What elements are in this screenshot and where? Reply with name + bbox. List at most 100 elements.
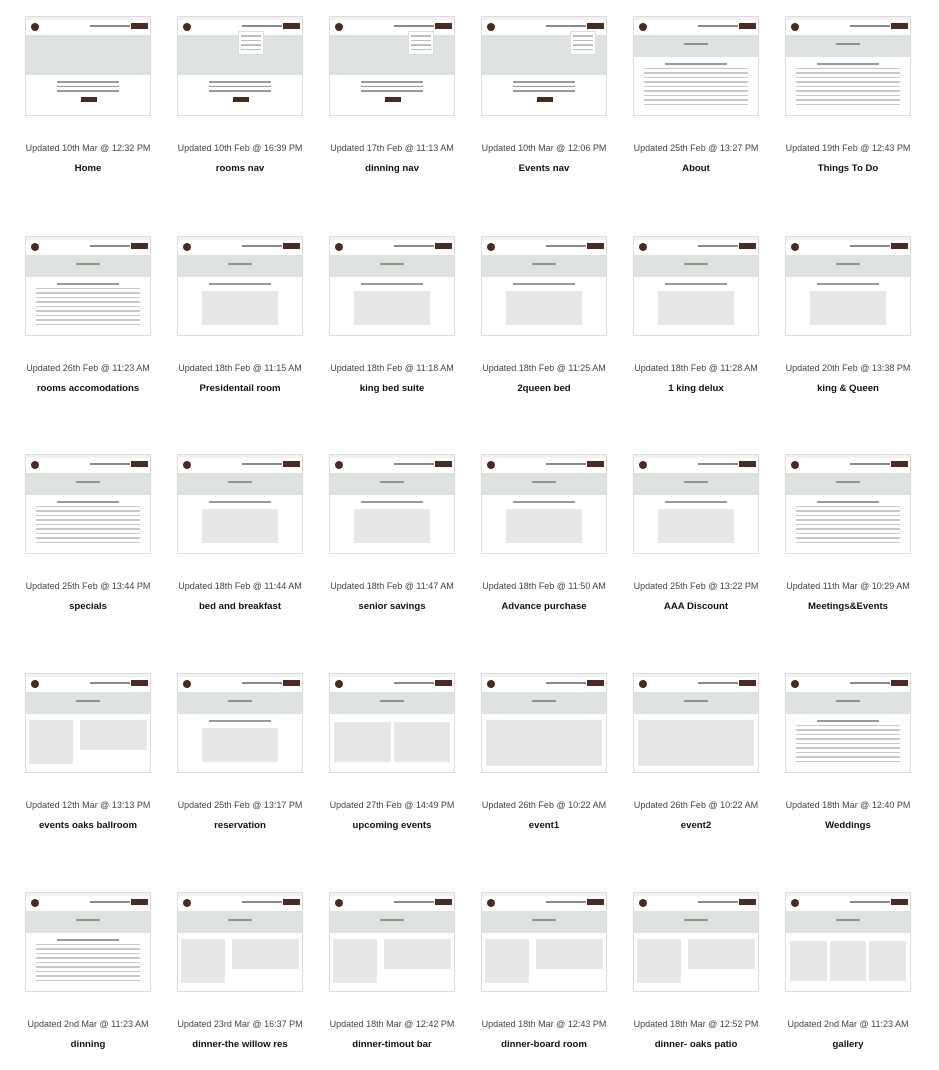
screen-name[interactable]: Advance purchase [469, 601, 619, 612]
thumb-hero [482, 911, 606, 933]
screen-thumbnail[interactable] [329, 892, 455, 992]
thumb-book-button [283, 461, 300, 467]
screen-name[interactable]: reservation [165, 820, 315, 831]
screen-name[interactable]: 1 king delux [621, 383, 771, 394]
screen-thumbnail[interactable] [785, 454, 911, 554]
updated-timestamp: Updated 10th Mar @ 12:32 PM [25, 143, 151, 153]
screen-name[interactable]: Presidentail room [165, 383, 315, 394]
screen-thumbnail[interactable] [177, 892, 303, 992]
screen-name[interactable]: events oaks ballroom [13, 820, 163, 831]
screen-name[interactable]: AAA Discount [621, 601, 771, 612]
thumb-more-button [81, 97, 97, 102]
screen-thumbnail[interactable] [329, 16, 455, 116]
thumb-hero-title [330, 263, 454, 265]
thumb-nav [242, 901, 282, 903]
screen-name[interactable]: Weddings [773, 820, 923, 831]
screen-thumbnail[interactable] [785, 892, 911, 992]
screen-name[interactable]: dinner- oaks patio [621, 1039, 771, 1050]
thumb-hero [786, 692, 910, 714]
screen-thumbnail[interactable] [633, 892, 759, 992]
screen-name[interactable]: rooms nav [165, 163, 315, 174]
thumb-hero-title [330, 919, 454, 921]
screen-thumbnail[interactable] [785, 673, 911, 773]
screen-name[interactable]: dinning [13, 1039, 163, 1050]
updated-timestamp: Updated 18th Feb @ 11:15 AM [178, 363, 302, 373]
screen-name[interactable]: event1 [469, 820, 619, 831]
screen-thumbnail[interactable] [481, 892, 607, 992]
screen-thumbnail[interactable] [25, 454, 151, 554]
thumb-logo [335, 243, 343, 251]
thumb-nav [90, 463, 130, 465]
thumb-logo [487, 680, 495, 688]
screen-name[interactable]: specials [13, 601, 163, 612]
thumb-topbar [26, 674, 150, 677]
thumb-logo [487, 23, 495, 31]
screen-name[interactable]: king bed suite [317, 383, 467, 394]
thumb-topbar [26, 893, 150, 896]
screen-thumbnail[interactable] [633, 673, 759, 773]
thumb-book-button [891, 461, 908, 467]
screen-thumbnail[interactable] [25, 892, 151, 992]
thumb-image-box [232, 939, 299, 969]
thumb-dropdown [570, 31, 596, 55]
thumb-topbar [178, 893, 302, 896]
screen-name[interactable]: Events nav [469, 163, 619, 174]
thumb-text-lines [796, 501, 900, 546]
screen-thumbnail[interactable] [177, 16, 303, 116]
screen-name[interactable]: senior savings [317, 601, 467, 612]
thumb-text-lines [188, 501, 292, 506]
thumb-hero-title [178, 700, 302, 702]
screen-name[interactable]: dinner-board room [469, 1039, 619, 1050]
thumb-text-lines [796, 63, 900, 108]
screen-name[interactable]: event2 [621, 820, 771, 831]
screen-thumbnail[interactable] [329, 236, 455, 336]
updated-timestamp: Updated 18th Feb @ 11:50 AM [482, 581, 606, 591]
screen-thumbnail[interactable] [785, 16, 911, 116]
screen-name[interactable]: dinner-the willow res [165, 1039, 315, 1050]
thumb-topbar [26, 455, 150, 458]
screen-thumbnail[interactable] [25, 673, 151, 773]
thumb-hero [482, 473, 606, 495]
thumb-topbar [482, 455, 606, 458]
thumb-topbar [634, 17, 758, 20]
screen-thumbnail[interactable] [481, 454, 607, 554]
screen-thumbnail[interactable] [633, 454, 759, 554]
screen-name[interactable]: dinning nav [317, 163, 467, 174]
screen-thumbnail[interactable] [481, 673, 607, 773]
screen-name[interactable]: upcoming events [317, 820, 467, 831]
screen-name[interactable]: king & Queen [773, 383, 923, 394]
thumb-logo [335, 23, 343, 31]
screen-name[interactable]: About [621, 163, 771, 174]
screen-thumbnail[interactable] [481, 16, 607, 116]
screen-thumbnail[interactable] [177, 454, 303, 554]
thumb-hero [26, 255, 150, 277]
screen-name[interactable]: Things To Do [773, 163, 923, 174]
thumb-text-lines [340, 81, 444, 95]
screen-thumbnail[interactable] [785, 236, 911, 336]
thumb-image-box [486, 720, 602, 766]
screen-thumbnail[interactable] [633, 16, 759, 116]
screen-name[interactable]: rooms accomodations [13, 383, 163, 394]
thumb-topbar [330, 674, 454, 677]
thumb-text-lines [492, 501, 596, 506]
thumb-book-button [131, 680, 148, 686]
screen-name[interactable]: 2queen bed [469, 383, 619, 394]
thumb-hero [26, 473, 150, 495]
screen-name[interactable]: Home [13, 163, 163, 174]
screen-thumbnail[interactable] [25, 16, 151, 116]
screen-thumbnail[interactable] [177, 236, 303, 336]
thumb-topbar [330, 237, 454, 240]
screen-thumbnail[interactable] [329, 673, 455, 773]
screen-name[interactable]: dinner-timout bar [317, 1039, 467, 1050]
screen-thumbnail[interactable] [25, 236, 151, 336]
screen-thumbnail[interactable] [329, 454, 455, 554]
updated-timestamp: Updated 23rd Mar @ 16:37 PM [177, 1019, 303, 1029]
screen-thumbnail[interactable] [481, 236, 607, 336]
screen-name[interactable]: gallery [773, 1039, 923, 1050]
thumb-topbar [786, 893, 910, 896]
screen-thumbnail[interactable] [177, 673, 303, 773]
thumb-book-button [587, 243, 604, 249]
screen-thumbnail[interactable] [633, 236, 759, 336]
screen-name[interactable]: bed and breakfast [165, 601, 315, 612]
screen-name[interactable]: Meetings&Events [773, 601, 923, 612]
